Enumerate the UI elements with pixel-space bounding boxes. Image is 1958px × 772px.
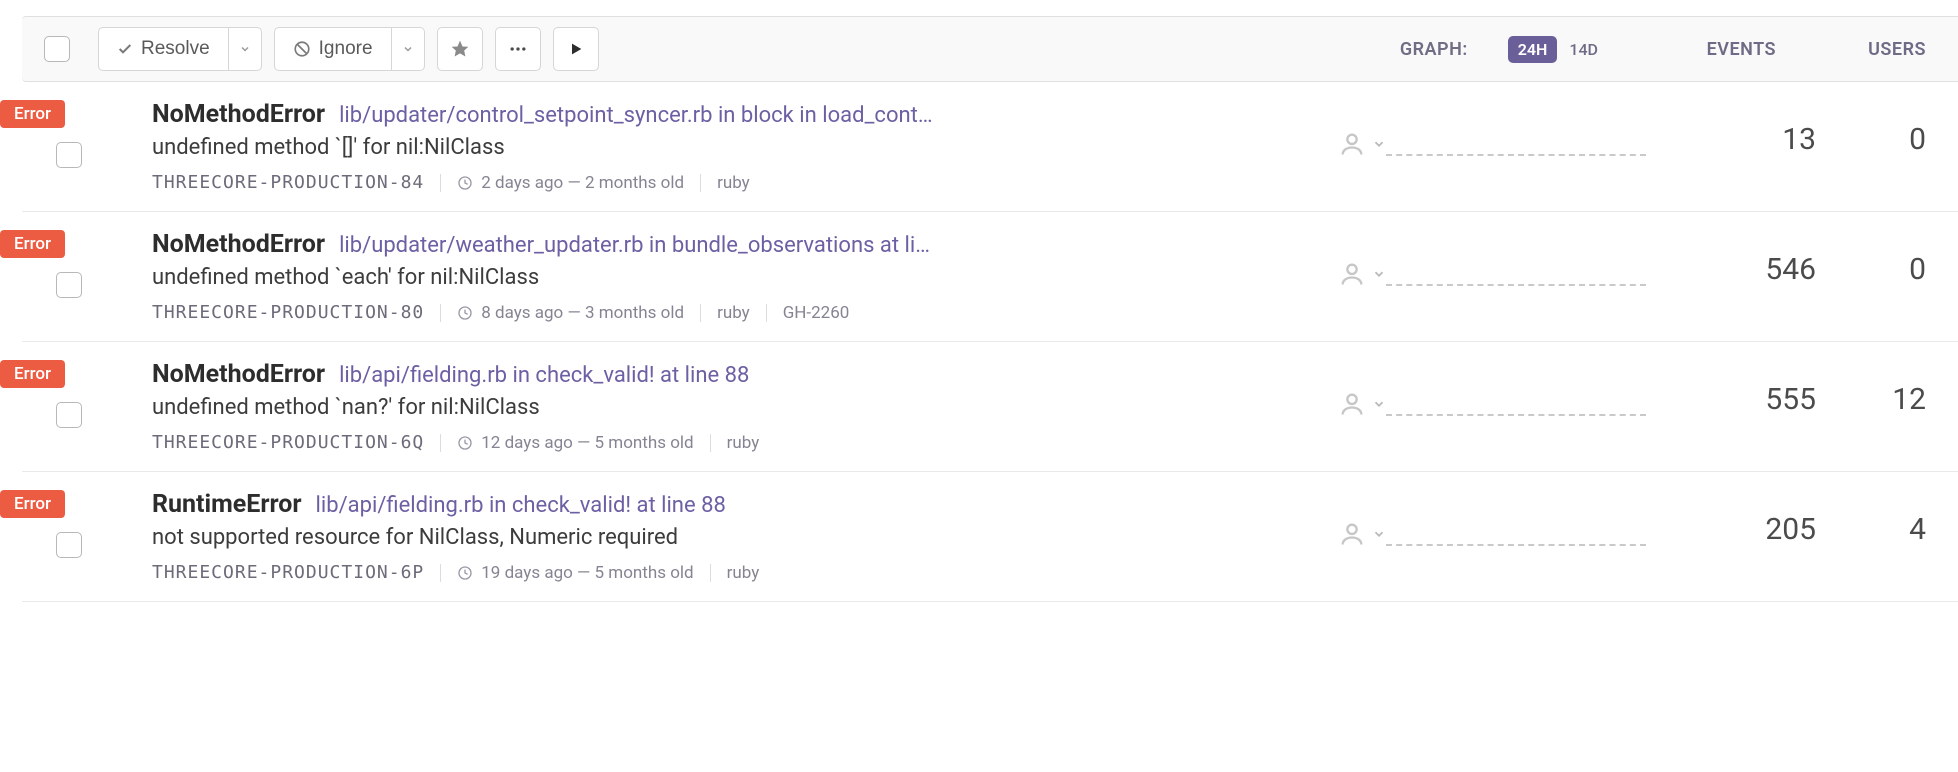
- ban-icon: [293, 40, 311, 58]
- ignore-button[interactable]: Ignore: [274, 27, 392, 71]
- issue-select-checkbox[interactable]: [56, 142, 82, 168]
- check-icon: [117, 41, 133, 57]
- issue-user-count[interactable]: 0: [1816, 230, 1926, 287]
- issue-short-id[interactable]: THREECORE-PRODUCTION-6Q: [152, 432, 424, 453]
- issue-message: not supported resource for NilClass, Num…: [152, 525, 1226, 550]
- chevron-down-icon: [1372, 267, 1386, 281]
- realtime-button[interactable]: [553, 27, 599, 71]
- issue-location[interactable]: lib/api/fielding.rb in check_valid! at l…: [316, 493, 726, 518]
- clock-icon: [457, 175, 473, 191]
- assignee-picker[interactable]: [1226, 490, 1386, 548]
- user-icon: [1338, 130, 1366, 158]
- more-actions-button[interactable]: [495, 27, 541, 71]
- issue-event-count[interactable]: 546: [1686, 230, 1816, 287]
- resolve-label: Resolve: [141, 38, 210, 60]
- issue-language-tag[interactable]: ruby: [727, 433, 760, 453]
- issue-short-id[interactable]: THREECORE-PRODUCTION-80: [152, 302, 424, 323]
- select-all-checkbox[interactable]: [44, 36, 70, 62]
- issue-user-count[interactable]: 12: [1816, 360, 1926, 417]
- range-24h[interactable]: 24H: [1508, 36, 1558, 63]
- issue-location[interactable]: lib/api/fielding.rb in check_valid! at l…: [339, 363, 749, 388]
- issue-row[interactable]: Error NoMethodError lib/api/fielding.rb …: [22, 342, 1958, 472]
- issue-error-type[interactable]: RuntimeError: [152, 490, 302, 519]
- issue-user-count[interactable]: 0: [1816, 100, 1926, 157]
- error-level-badge: Error: [0, 490, 65, 518]
- issue-select-checkbox[interactable]: [56, 532, 82, 558]
- user-icon: [1338, 260, 1366, 288]
- issue-row[interactable]: Error NoMethodError lib/updater/weather_…: [22, 212, 1958, 342]
- ignore-group: Ignore: [274, 27, 425, 71]
- resolve-dropdown[interactable]: [228, 27, 262, 71]
- issues-toolbar: Resolve Ignore GRAPH:: [22, 16, 1958, 82]
- issue-event-count[interactable]: 555: [1686, 360, 1816, 417]
- chevron-down-icon: [1372, 397, 1386, 411]
- clock-icon: [457, 305, 473, 321]
- events-sparkline: [1386, 154, 1646, 156]
- issue-user-count[interactable]: 4: [1816, 490, 1926, 547]
- clock-icon: [457, 565, 473, 581]
- events-sparkline: [1386, 284, 1646, 286]
- issue-language-tag[interactable]: ruby: [717, 303, 750, 323]
- issue-short-id[interactable]: THREECORE-PRODUCTION-6P: [152, 562, 424, 583]
- issue-linked-ref[interactable]: GH-2260: [783, 303, 850, 323]
- ignore-label: Ignore: [319, 38, 373, 60]
- issue-timestamp: 8 days ago — 3 months old: [481, 303, 684, 323]
- bookmark-button[interactable]: [437, 27, 483, 71]
- issue-error-type[interactable]: NoMethodError: [152, 230, 325, 259]
- issue-select-checkbox[interactable]: [56, 272, 82, 298]
- chevron-down-icon: [1372, 137, 1386, 151]
- ignore-dropdown[interactable]: [391, 27, 425, 71]
- issue-short-id[interactable]: THREECORE-PRODUCTION-84: [152, 172, 424, 193]
- resolve-button[interactable]: Resolve: [98, 27, 229, 71]
- range-14d[interactable]: 14D: [1561, 36, 1606, 63]
- issue-row[interactable]: Error NoMethodError lib/updater/control_…: [22, 82, 1958, 212]
- issues-list: Error NoMethodError lib/updater/control_…: [0, 82, 1958, 602]
- issue-timestamp: 2 days ago — 2 months old: [481, 173, 684, 193]
- assignee-picker[interactable]: [1226, 360, 1386, 418]
- issue-location[interactable]: lib/updater/weather_updater.rb in bundle…: [339, 233, 930, 258]
- issue-message: undefined method `nan?' for nil:NilClass: [152, 395, 1226, 420]
- issue-message: undefined method `[]' for nil:NilClass: [152, 135, 1226, 160]
- resolve-group: Resolve: [98, 27, 262, 71]
- error-level-badge: Error: [0, 100, 65, 128]
- issue-select-checkbox[interactable]: [56, 402, 82, 428]
- chevron-down-icon: [1372, 527, 1386, 541]
- issue-message: undefined method `each' for nil:NilClass: [152, 265, 1226, 290]
- issue-event-count[interactable]: 205: [1686, 490, 1816, 547]
- assignee-picker[interactable]: [1226, 230, 1386, 288]
- events-sparkline: [1386, 414, 1646, 416]
- ellipsis-icon: [508, 39, 528, 59]
- user-icon: [1338, 520, 1366, 548]
- time-range-group: 24H 14D: [1508, 36, 1606, 63]
- star-icon: [450, 39, 470, 59]
- assignee-picker[interactable]: [1226, 100, 1386, 158]
- issue-timestamp: 19 days ago — 5 months old: [481, 563, 693, 583]
- chevron-down-icon: [239, 43, 251, 55]
- issue-event-count[interactable]: 13: [1686, 100, 1816, 157]
- issue-language-tag[interactable]: ruby: [727, 563, 760, 583]
- user-icon: [1338, 390, 1366, 418]
- error-level-badge: Error: [0, 230, 65, 258]
- issue-location[interactable]: lib/updater/control_setpoint_syncer.rb i…: [339, 103, 933, 128]
- issue-error-type[interactable]: NoMethodError: [152, 360, 325, 389]
- chevron-down-icon: [402, 43, 414, 55]
- users-column-header: USERS: [1816, 39, 1926, 60]
- error-level-badge: Error: [0, 360, 65, 388]
- events-column-header: EVENTS: [1646, 39, 1776, 60]
- clock-icon: [457, 435, 473, 451]
- events-sparkline: [1386, 544, 1646, 546]
- graph-label: GRAPH:: [1400, 39, 1468, 60]
- toolbar-right: GRAPH: 24H 14D EVENTS USERS: [1400, 36, 1936, 63]
- issue-timestamp: 12 days ago — 5 months old: [481, 433, 693, 453]
- issue-row[interactable]: Error RuntimeError lib/api/fielding.rb i…: [22, 472, 1958, 602]
- issue-language-tag[interactable]: ruby: [717, 173, 750, 193]
- play-icon: [568, 41, 584, 57]
- issue-error-type[interactable]: NoMethodError: [152, 100, 325, 129]
